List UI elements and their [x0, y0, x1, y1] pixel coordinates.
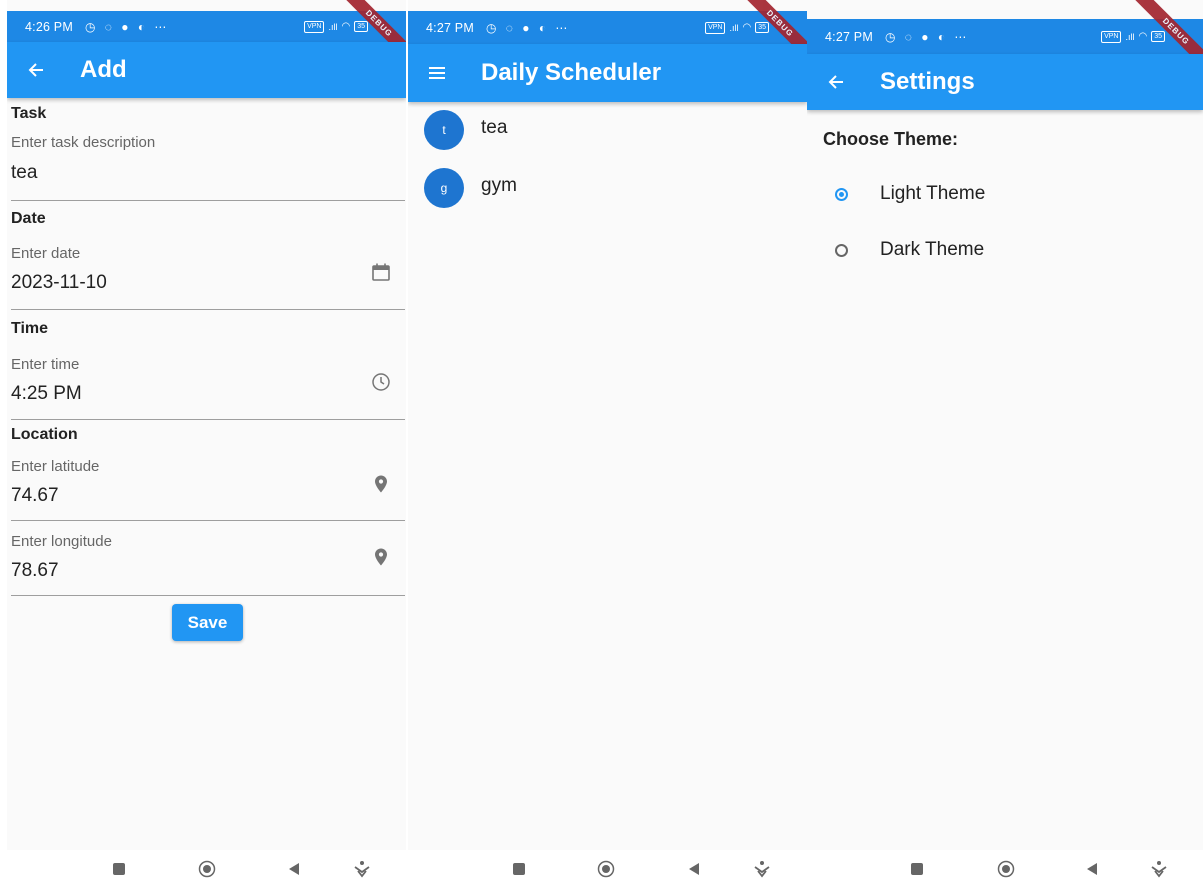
recents-square-icon[interactable]	[510, 860, 528, 878]
battery-icon: 35	[1151, 31, 1165, 42]
status-right-icons: VPN .ıll ◠ 35	[1101, 30, 1165, 43]
home-circle-icon[interactable]	[597, 860, 615, 878]
task-field-value: tea	[11, 162, 38, 183]
task-description-field[interactable]: Enter task description tea	[11, 134, 405, 201]
assistant-icon[interactable]	[753, 860, 771, 878]
signal-icon: .ıll	[1125, 31, 1135, 42]
recents-square-icon[interactable]	[110, 860, 128, 878]
back-triangle-icon[interactable]	[685, 860, 703, 878]
status-right-icons: VPN .ıll ◠ 35	[705, 21, 769, 34]
wifi-icon: ◠	[1138, 31, 1148, 42]
notification-icons: ◷ ◌ ● ◐ ⋯	[486, 20, 571, 35]
status-time: 4:27 PM	[426, 20, 474, 35]
theme-heading: Choose Theme:	[823, 129, 959, 149]
longitude-field-value: 78.67	[11, 560, 59, 581]
date-section-label: Date	[11, 210, 46, 227]
location-section-label: Location	[11, 426, 78, 443]
time-field[interactable]: Enter time 4:25 PM	[11, 356, 405, 420]
signal-icon: .ıll	[328, 21, 338, 32]
back-triangle-icon[interactable]	[285, 860, 303, 878]
add-task-screen: 4:26 PM ◷ ◌ ● ◐ ⋯ VPN .ıll ◠ 35 DEBUG Ad…	[7, 0, 406, 886]
recents-square-icon[interactable]	[908, 860, 926, 878]
page-title: Daily Scheduler	[481, 59, 662, 86]
app-bar: Add	[7, 42, 406, 98]
date-field-value: 2023-11-10	[11, 272, 107, 293]
home-circle-icon[interactable]	[997, 860, 1015, 878]
wifi-icon: ◠	[341, 21, 351, 32]
radio-selected-icon[interactable]	[835, 188, 848, 201]
back-arrow-icon[interactable]	[823, 69, 849, 95]
time-section-label: Time	[11, 320, 49, 337]
task-title: gym	[481, 175, 517, 196]
status-time: 4:27 PM	[825, 29, 873, 44]
settings-screen: 4:27 PM ◷ ◌ ● ◐ ⋯ VPN .ıll ◠ 35 DEBUG Se…	[807, 0, 1203, 886]
assistant-icon[interactable]	[353, 860, 371, 878]
theme-option-label: Dark Theme	[880, 239, 985, 260]
vpn-icon: VPN	[304, 20, 325, 33]
app-bar: Settings	[807, 54, 1203, 110]
radio-unselected-icon[interactable]	[835, 244, 848, 257]
battery-icon: 35	[354, 21, 368, 32]
vpn-icon: VPN	[1101, 30, 1122, 43]
task-list-item[interactable]: t tea	[408, 102, 807, 160]
assistant-icon[interactable]	[1150, 860, 1168, 878]
system-nav-bar	[7, 850, 406, 886]
save-button[interactable]: Save	[172, 604, 243, 641]
back-arrow-icon[interactable]	[23, 57, 49, 83]
page-title: Settings	[880, 68, 975, 95]
latitude-field[interactable]: Enter latitude 74.67	[11, 458, 405, 521]
signal-icon: .ıll	[729, 22, 739, 33]
task-section-label: Task	[11, 105, 47, 122]
longitude-field-label: Enter longitude	[11, 533, 112, 550]
notification-icons: ◷ ◌ ● ◐ ⋯	[885, 29, 970, 44]
time-field-label: Enter time	[11, 356, 80, 373]
clock-icon[interactable]	[371, 372, 391, 392]
calendar-icon[interactable]	[371, 262, 391, 282]
system-nav-bar	[807, 850, 1203, 886]
back-triangle-icon[interactable]	[1083, 860, 1101, 878]
light-theme-option[interactable]: Light Theme	[807, 176, 1203, 216]
theme-option-label: Light Theme	[880, 183, 986, 204]
vpn-icon: VPN	[705, 21, 726, 34]
date-field-label: Enter date	[11, 245, 81, 262]
date-field[interactable]: Enter date 2023-11-10	[11, 245, 405, 310]
status-bar: 4:27 PM ◷ ◌ ● ◐ ⋯ VPN .ıll ◠ 35 DEBUG	[807, 0, 1203, 75]
task-title: tea	[481, 117, 508, 138]
app-bar: Daily Scheduler	[408, 44, 807, 102]
menu-icon[interactable]	[424, 60, 450, 86]
task-avatar: g	[424, 168, 464, 208]
battery-icon: 35	[755, 22, 769, 33]
status-right-icons: VPN .ıll ◠ 35	[304, 20, 368, 33]
status-time: 4:26 PM	[25, 19, 73, 34]
location-pin-icon[interactable]	[371, 547, 391, 567]
notification-icons: ◷ ◌ ● ◐ ⋯	[85, 19, 170, 34]
latitude-field-label: Enter latitude	[11, 458, 100, 475]
dark-theme-option[interactable]: Dark Theme	[807, 232, 1203, 272]
home-circle-icon[interactable]	[198, 860, 216, 878]
longitude-field[interactable]: Enter longitude 78.67	[11, 533, 405, 596]
task-list-item[interactable]: g gym	[408, 160, 807, 218]
task-field-label: Enter task description	[11, 134, 156, 151]
task-avatar: t	[424, 110, 464, 150]
system-nav-bar	[408, 850, 807, 886]
time-field-value: 4:25 PM	[11, 383, 82, 404]
location-pin-icon[interactable]	[371, 474, 391, 494]
wifi-icon: ◠	[742, 22, 752, 33]
status-bar: 4:26 PM ◷ ◌ ● ◐ ⋯ VPN .ıll ◠ 35 DEBUG	[7, 0, 406, 67]
status-bar: 4:27 PM ◷ ◌ ● ◐ ⋯ VPN .ıll ◠ 35 DEBUG	[408, 0, 807, 67]
latitude-field-value: 74.67	[11, 485, 59, 506]
page-title: Add	[80, 56, 127, 83]
scheduler-screen: 4:27 PM ◷ ◌ ● ◐ ⋯ VPN .ıll ◠ 35 DEBUG Da…	[408, 0, 807, 886]
